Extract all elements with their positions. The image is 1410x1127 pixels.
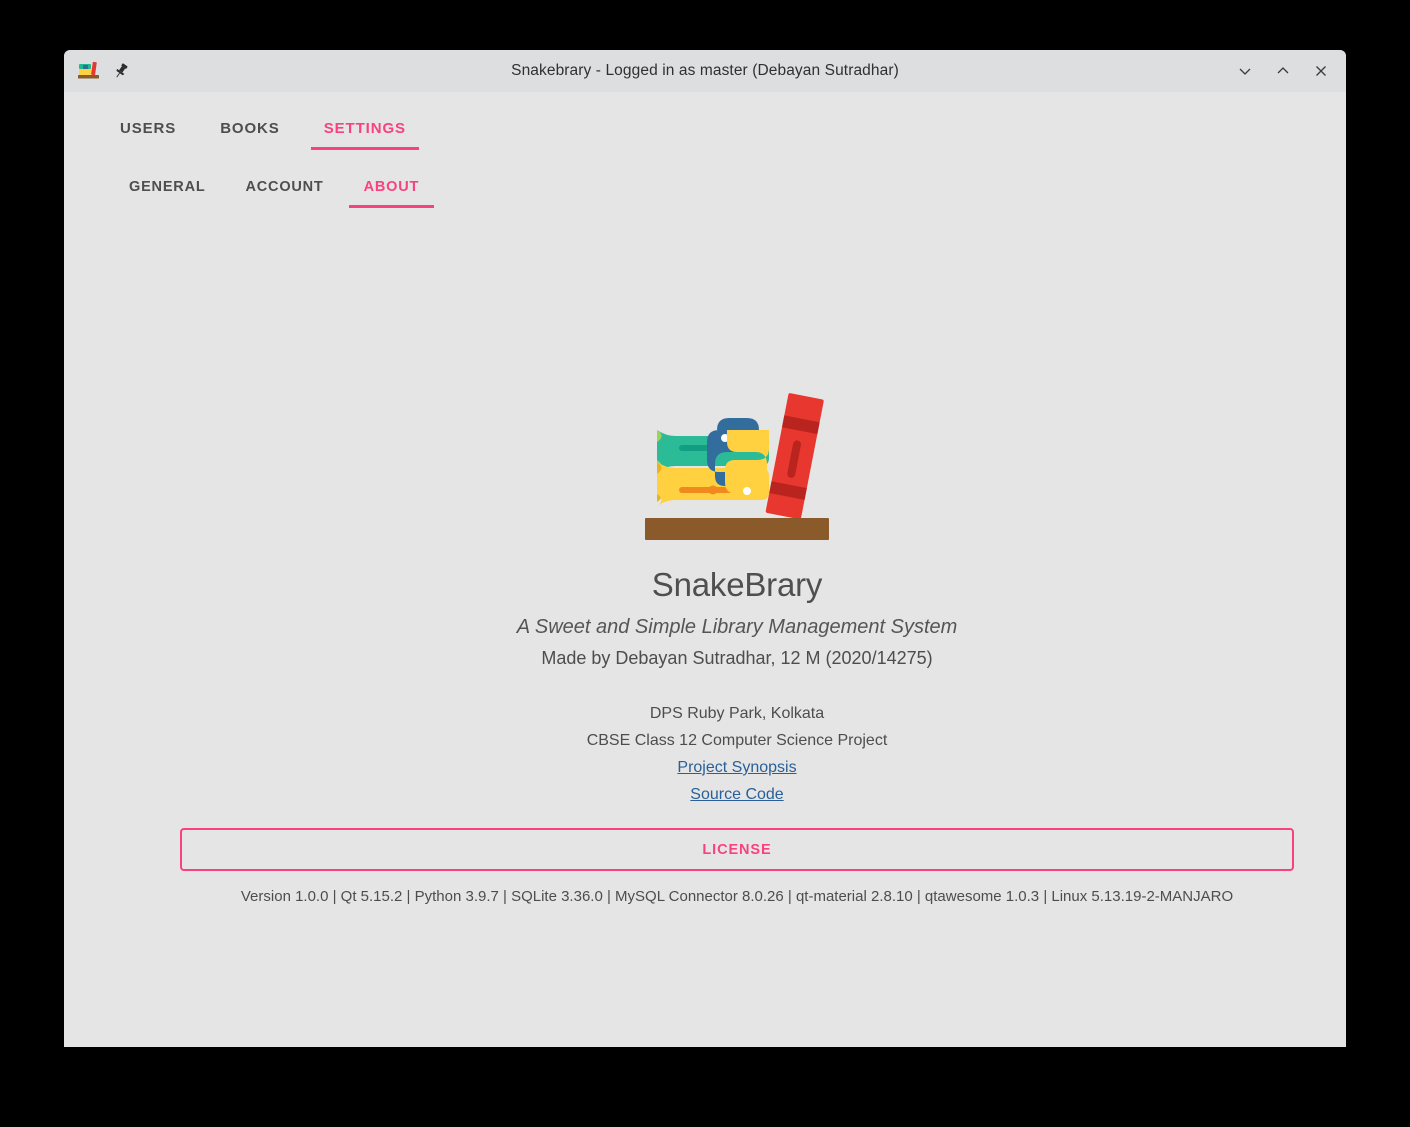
tab-settings[interactable]: SETTINGS [302,112,428,150]
source-code-link[interactable]: Source Code [690,786,783,804]
close-button[interactable] [1308,58,1334,84]
license-button[interactable]: LICENSE [180,828,1294,871]
settings-sub-tab-bar: GENERAL ACCOUNT ABOUT [64,147,1346,208]
subtab-account[interactable]: ACCOUNT [226,171,344,205]
window-content: USERS BOOKS SETTINGS GENERAL ACCOUNT ABO… [64,92,1346,1047]
minimize-button[interactable] [1232,58,1258,84]
tab-books[interactable]: BOOKS [198,112,302,147]
title-bar: Snakebrary - Logged in as master (Debaya… [64,50,1346,92]
school-name: DPS Ruby Park, Kolkata [649,705,825,722]
project-description: CBSE Class 12 Computer Science Project [586,732,888,749]
project-synopsis-link[interactable]: Project Synopsis [677,759,796,777]
application-window: Snakebrary - Logged in as master (Debaya… [64,50,1346,1047]
pin-icon[interactable] [112,62,130,80]
maximize-button[interactable] [1270,58,1296,84]
app-author: Made by Debayan Sutradhar, 12 M (2020/14… [541,648,933,668]
app-tagline: A Sweet and Simple Library Management Sy… [516,616,958,638]
app-icon [78,61,100,81]
subtab-about[interactable]: ABOUT [344,171,440,208]
main-tab-bar: USERS BOOKS SETTINGS [64,92,1346,150]
app-name: SnakeBrary [651,566,823,603]
window-controls [1232,58,1334,84]
about-panel: SnakeBrary A Sweet and Simple Library Ma… [148,390,1326,905]
version-info: Version 1.0.0 | Qt 5.15.2 | Python 3.9.7… [240,888,1234,905]
snakebrary-logo-icon [643,390,831,552]
title-bar-left-icons [78,61,130,81]
window-title: Snakebrary - Logged in as master (Debaya… [511,62,899,79]
tab-users[interactable]: USERS [98,112,198,147]
subtab-general[interactable]: GENERAL [109,171,226,205]
